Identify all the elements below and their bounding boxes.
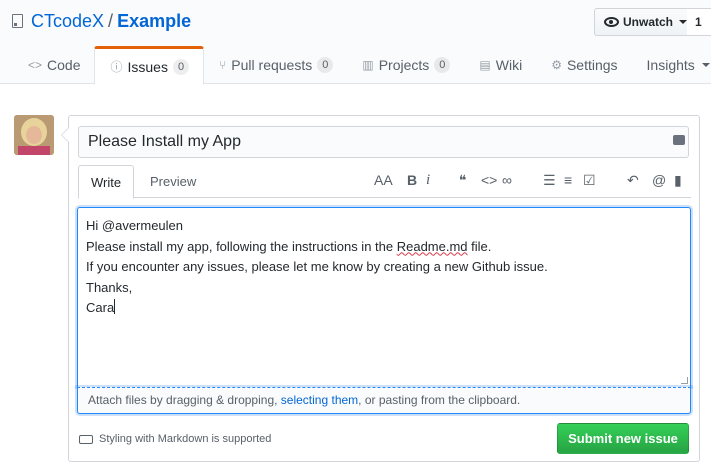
body-text: file.: [467, 238, 492, 254]
watch-count[interactable]: 1: [687, 8, 711, 36]
unwatch-button[interactable]: Unwatch: [594, 8, 688, 36]
attach-text: Attach files by dragging & dropping,: [88, 393, 281, 407]
issue-body-textarea[interactable]: Hi @avermeulen Please install my app, fo…: [77, 207, 691, 387]
projects-counter: 0: [434, 57, 451, 73]
repo-title: CTcodeX / Example: [31, 10, 191, 32]
file-attach-bar[interactable]: Attach files by dragging & dropping, sel…: [77, 387, 691, 414]
reply-icon[interactable]: ↶: [627, 173, 639, 187]
issues-counter: 0: [172, 58, 190, 75]
body-line: Cara: [86, 298, 682, 319]
bold-icon[interactable]: B: [407, 173, 417, 187]
tab-label: Projects: [378, 57, 430, 73]
markdown-icon: [79, 435, 93, 444]
tab-projects[interactable]: ▥ Projects 0: [347, 46, 464, 84]
select-files-link[interactable]: selecting them: [281, 393, 358, 407]
body-line: Thanks,: [86, 279, 133, 295]
wiki-icon: ▤: [479, 58, 491, 72]
repo-header: CTcodeX / Example Unwatch 1 <> Code ⓘ Issu…: [0, 0, 711, 85]
unwatch-label: Unwatch: [622, 15, 673, 29]
submit-issue-button[interactable]: Submit new issue: [557, 423, 689, 454]
tab-label: Settings: [566, 57, 618, 73]
tab-label: Wiki: [495, 57, 523, 73]
tab-label: Pull requests: [231, 57, 313, 73]
issue-icon: ⓘ: [110, 60, 123, 74]
tab-wiki[interactable]: ▤ Wiki: [464, 46, 536, 84]
resize-handle[interactable]: [681, 377, 688, 384]
tab-insights[interactable]: Insights: [632, 46, 711, 84]
code-icon: <>: [28, 58, 43, 72]
repo-icon: [12, 14, 23, 28]
body-text: Please install my app, following the ins…: [86, 238, 397, 254]
attach-text: , or pasting from the clipboard.: [358, 393, 521, 407]
chevron-down-icon: [679, 20, 687, 24]
project-icon: ▥: [362, 58, 374, 72]
text-cursor: [114, 299, 116, 314]
repo-nav: <> Code ⓘ Issues 0 ⑂ Pull requests 0 ▥ P…: [13, 46, 711, 85]
link-icon[interactable]: ∞: [502, 173, 512, 187]
body-line: Please install my app, following the ins…: [86, 237, 682, 258]
misspelled-word: Readme.md: [396, 238, 468, 254]
pull-requests-counter: 0: [317, 57, 334, 73]
mention-icon[interactable]: @: [652, 173, 666, 187]
tab-code[interactable]: <> Code: [13, 46, 94, 84]
numbered-list-icon[interactable]: ≡: [564, 173, 572, 187]
tab-label: Issues: [127, 58, 168, 75]
keyboard-icon[interactable]: [673, 135, 685, 145]
body-line: If you encounter any issues, please let …: [86, 259, 548, 274]
chevron-down-icon: [701, 63, 710, 67]
tab-settings[interactable]: ⚙ Settings: [536, 46, 631, 84]
italic-icon[interactable]: i: [426, 173, 430, 188]
tab-pull-requests[interactable]: ⑂ Pull requests 0: [204, 46, 347, 84]
tab-label: Insights: [646, 57, 695, 73]
body-text: Cara: [86, 300, 115, 315]
markdown-note[interactable]: Styling with Markdown is supported: [99, 431, 271, 447]
bookmark-icon[interactable]: ▮: [674, 173, 682, 187]
body-line: Hi @avermeulen: [86, 218, 184, 233]
gear-icon: ⚙: [551, 58, 562, 72]
bullet-list-icon[interactable]: ☰: [543, 173, 556, 187]
eye-icon: [604, 17, 619, 27]
quote-icon[interactable]: ❝: [459, 173, 467, 187]
task-list-icon[interactable]: ☑: [583, 173, 596, 187]
avatar: [14, 115, 54, 155]
repo-separator: /: [108, 11, 114, 31]
tab-issues[interactable]: ⓘ Issues 0: [94, 46, 205, 85]
header-text-icon[interactable]: AA: [374, 173, 393, 187]
tab-label: Code: [47, 57, 81, 73]
tab-write[interactable]: Write: [78, 165, 135, 199]
code-icon[interactable]: <>: [481, 173, 497, 187]
repo-name-link[interactable]: Example: [117, 11, 191, 31]
issue-title-input[interactable]: Please Install my App: [78, 126, 689, 158]
tab-preview[interactable]: Preview: [138, 165, 208, 198]
pull-request-icon: ⑂: [219, 58, 227, 72]
repo-owner-link[interactable]: CTcodeX: [31, 11, 104, 31]
new-issue-form: Please Install my App Write Preview AA B…: [61, 115, 700, 462]
